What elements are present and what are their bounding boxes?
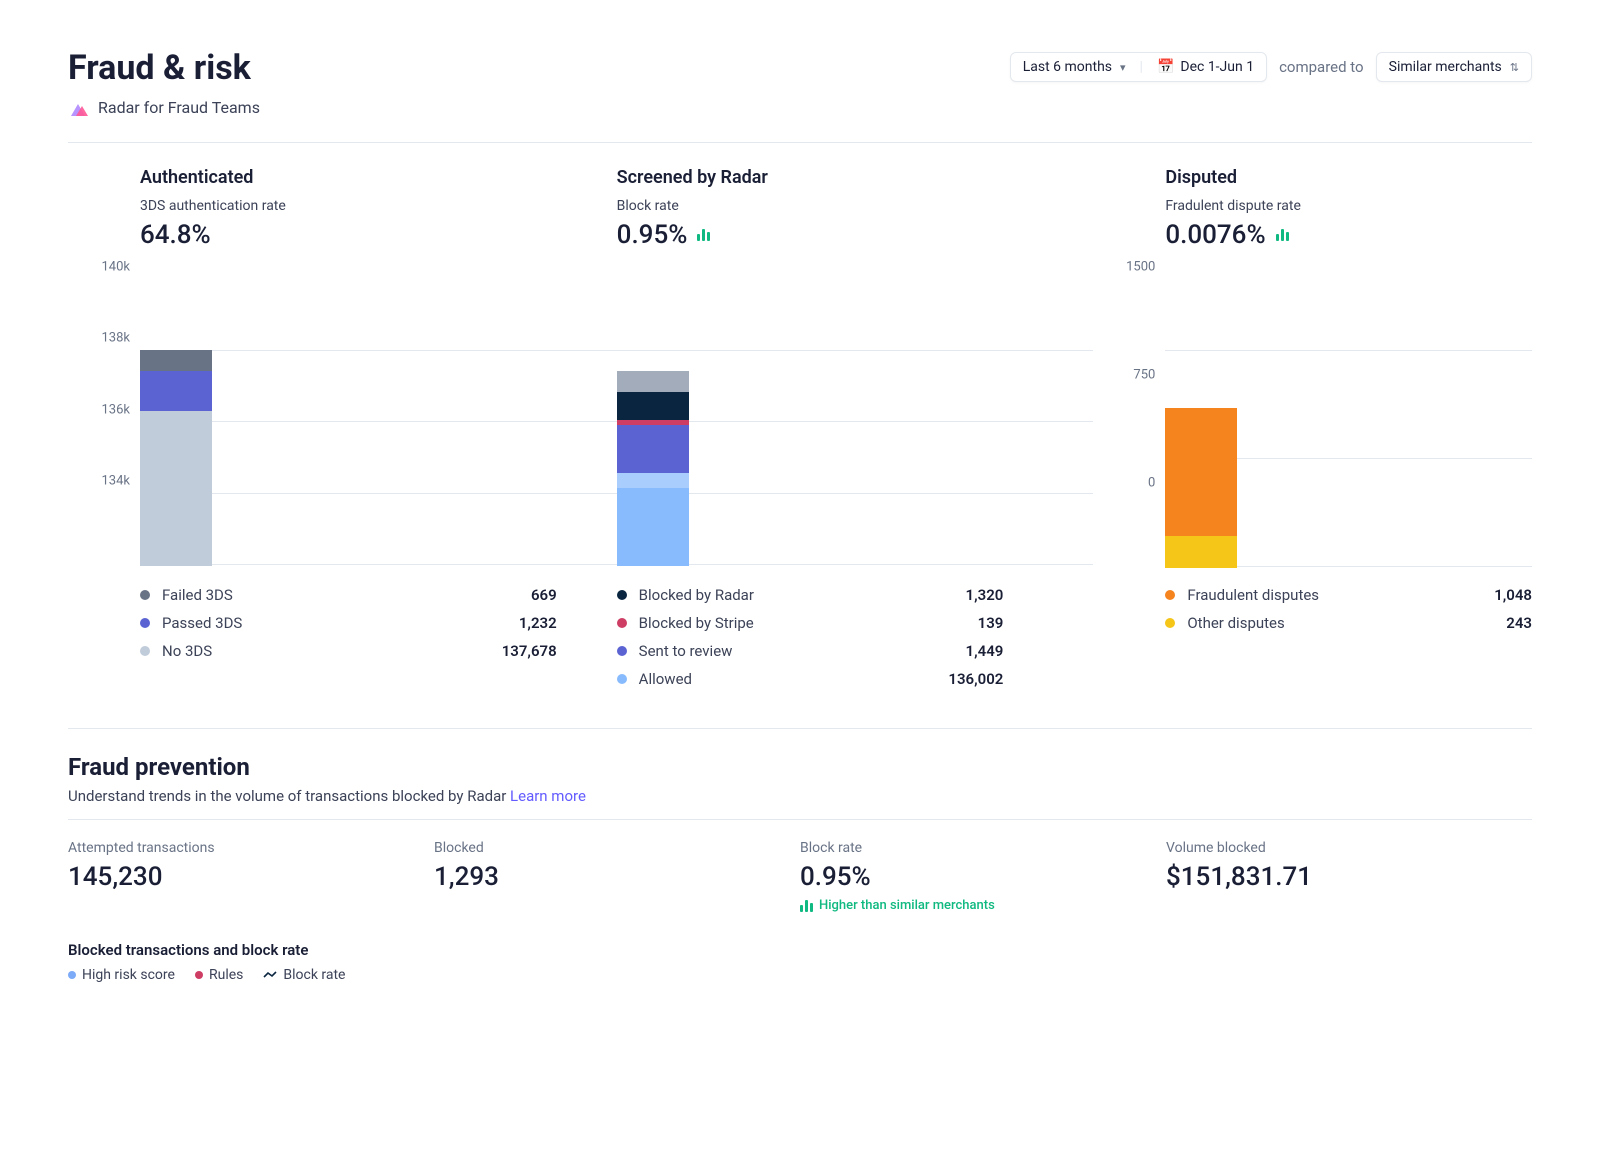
panel-title: Authenticated: [140, 167, 617, 188]
fraud-prevention-section: Fraud prevention Understand trends in th…: [68, 753, 1532, 983]
authenticated-bar: [140, 350, 212, 566]
blocked-chart-header: Blocked transactions and block rate High…: [68, 941, 1532, 983]
disputed-chart[interactable]: [1165, 350, 1532, 566]
metric-value: 1,293: [434, 862, 800, 892]
screened-panel: Screened by Radar Block rate 0.95%: [617, 167, 1094, 688]
right-y-axis: 1500 750 0: [1093, 267, 1165, 483]
metric-value: 145,230: [68, 862, 434, 892]
authenticated-chart[interactable]: [140, 350, 617, 566]
metric-label: Blocked: [434, 840, 800, 856]
page-title: Fraud & risk: [68, 48, 260, 88]
legend-item: Blocked by Radar1,320: [617, 586, 1004, 604]
authenticated-panel: Authenticated 3DS authentication rate 64…: [140, 167, 617, 688]
comparison-value: Similar merchants: [1389, 59, 1502, 75]
benchmark-icon: [800, 900, 813, 912]
legend-item: High risk score: [68, 967, 175, 983]
y-tick: 1500: [1126, 260, 1155, 275]
legend-item: Sent to review1,449: [617, 642, 1004, 660]
legend-item: Blocked by Stripe139: [617, 614, 1004, 632]
prevention-metrics: Attempted transactions 145,230 Blocked 1…: [68, 840, 1532, 913]
panel-title: Disputed: [1165, 167, 1532, 188]
benchmark-icon: [697, 229, 710, 241]
metric-label: Attempted transactions: [68, 840, 434, 856]
y-tick: 140k: [101, 260, 130, 275]
header-divider: [68, 142, 1532, 143]
legend-item: Allowed136,002: [617, 670, 1004, 688]
disputed-bar: [1165, 408, 1237, 568]
calendar-icon: 📅: [1157, 59, 1174, 75]
metric-label: Block rate: [800, 840, 1166, 856]
learn-more-link[interactable]: Learn more: [510, 787, 586, 805]
panel-subtitle: Fradulent dispute rate: [1165, 198, 1532, 214]
legend-item: Block rate: [263, 967, 345, 983]
date-range-dropdown[interactable]: Last 6 months ▾: [1023, 59, 1126, 75]
chevron-down-icon: ▾: [1120, 61, 1126, 74]
panel-value: 0.95%: [617, 220, 1094, 250]
disputed-panel: Disputed Fradulent dispute rate 0.0076% …: [1165, 167, 1532, 688]
metric-block-rate: Block rate 0.95% Higher than similar mer…: [800, 840, 1166, 913]
page-header: Fraud & risk Radar for Fraud Teams Last …: [68, 48, 1532, 118]
legend-item: Rules: [195, 967, 243, 983]
metric-attempted: Attempted transactions 145,230: [68, 840, 434, 913]
range-label: Last 6 months: [1023, 59, 1112, 75]
blocked-chart-title: Blocked transactions and block rate: [68, 941, 1532, 959]
charts-row: 140k 138k 136k 134k Authenticated 3DS au…: [68, 167, 1532, 688]
y-tick: 138k: [101, 331, 130, 346]
y-tick: 750: [1133, 368, 1155, 383]
product-subtitle: Radar for Fraud Teams: [98, 98, 260, 117]
legend-item: Failed 3DS669: [140, 586, 557, 604]
benchmark-icon: [1276, 229, 1289, 241]
metric-compare: Higher than similar merchants: [800, 898, 1166, 913]
panel-value: 64.8%: [140, 220, 617, 250]
metric-blocked: Blocked 1,293: [434, 840, 800, 913]
subtitle-row: Radar for Fraud Teams: [68, 96, 260, 118]
chevron-updown-icon: ⇅: [1510, 61, 1519, 74]
legend-item: Other disputes243: [1165, 614, 1532, 632]
header-controls: Last 6 months ▾ | 📅 Dec 1-Jun 1 compared…: [1010, 52, 1532, 82]
legend-item: Passed 3DS1,232: [140, 614, 557, 632]
comparison-dropdown[interactable]: Similar merchants ⇅: [1376, 52, 1532, 82]
panel-subtitle: 3DS authentication rate: [140, 198, 617, 214]
legend-item: Fraudulent disputes1,048: [1165, 586, 1532, 604]
y-tick: 136k: [101, 402, 130, 417]
y-tick: 134k: [101, 473, 130, 488]
screened-chart[interactable]: [617, 350, 1094, 566]
radar-icon: [68, 96, 90, 118]
panel-subtitle: Block rate: [617, 198, 1094, 214]
panel-value: 0.0076%: [1165, 220, 1532, 250]
prevention-subtitle: Understand trends in the volume of trans…: [68, 787, 1532, 805]
legend-item: No 3DS137,678: [140, 642, 557, 660]
panel-title: Screened by Radar: [617, 167, 1094, 188]
line-icon: [263, 970, 277, 980]
section-divider: [68, 728, 1532, 729]
date-filter-group: Last 6 months ▾ | 📅 Dec 1-Jun 1: [1010, 52, 1267, 82]
blocked-chart-legend: High risk score Rules Block rate: [68, 967, 1532, 983]
disputed-legend: Fraudulent disputes1,048 Other disputes2…: [1165, 586, 1532, 632]
metric-value: $151,831.71: [1166, 862, 1532, 892]
prevention-divider: [68, 819, 1532, 820]
compared-to-label: compared to: [1279, 58, 1364, 76]
metric-label: Volume blocked: [1166, 840, 1532, 856]
title-block: Fraud & risk Radar for Fraud Teams: [68, 48, 260, 118]
y-tick: 0: [1148, 476, 1155, 491]
screened-legend: Blocked by Radar1,320 Blocked by Stripe1…: [617, 586, 1094, 688]
date-range-text: Dec 1-Jun 1: [1180, 59, 1254, 75]
metric-value: 0.95%: [800, 862, 1166, 892]
date-range-picker[interactable]: 📅 Dec 1-Jun 1: [1157, 59, 1254, 75]
screened-bar: [617, 371, 689, 566]
left-y-axis: 140k 138k 136k 134k: [68, 267, 140, 483]
prevention-title: Fraud prevention: [68, 753, 1532, 781]
metric-volume-blocked: Volume blocked $151,831.71: [1166, 840, 1532, 913]
authenticated-legend: Failed 3DS669 Passed 3DS1,232 No 3DS137,…: [140, 586, 617, 660]
